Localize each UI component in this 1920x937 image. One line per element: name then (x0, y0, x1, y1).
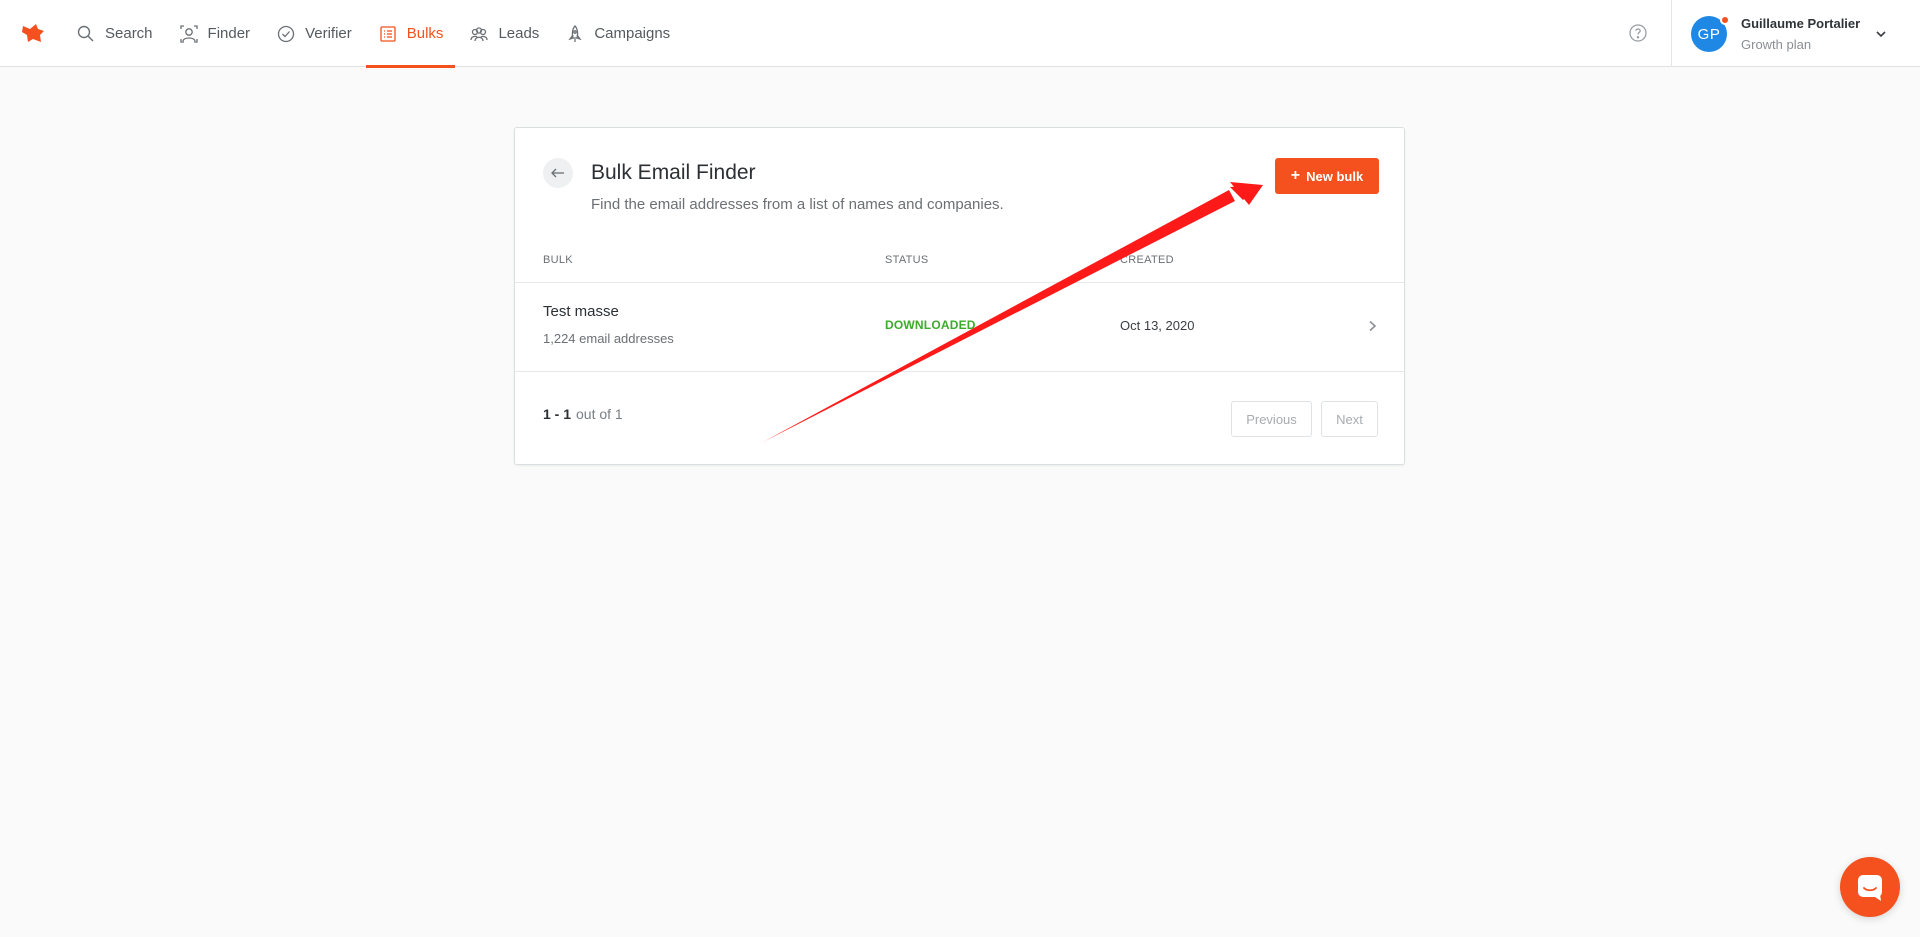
nav-item-label: Campaigns (594, 25, 671, 42)
top-navigation-bar: Search Finder Verifier Bulks Leads Campa… (0, 0, 1920, 68)
bulk-email-count: 1,224 email addresses (543, 331, 674, 346)
notification-dot (1720, 15, 1730, 25)
pagination-total: out of 1 (576, 406, 623, 422)
nav-item-leads[interactable]: Leads (457, 0, 551, 67)
leads-icon (470, 26, 489, 41)
column-header-created: CREATED (1120, 254, 1174, 266)
table-divider (515, 371, 1404, 372)
pagination-range: 1 - 1 (543, 406, 572, 422)
chevron-right-icon[interactable] (1365, 319, 1379, 333)
bulk-name[interactable]: Test masse (543, 303, 619, 320)
bulks-icon (380, 25, 396, 42)
new-bulk-button[interactable]: + New bulk (1275, 158, 1379, 194)
user-divider (1671, 0, 1672, 67)
back-button[interactable] (543, 158, 573, 188)
chat-launcher-button[interactable] (1840, 857, 1900, 917)
nav-item-label: Verifier (305, 25, 352, 42)
chat-icon (1858, 875, 1882, 901)
nav-item-finder[interactable]: Finder (167, 0, 263, 67)
nav-item-verifier[interactable]: Verifier (264, 0, 364, 67)
created-date: Oct 13, 2020 (1120, 318, 1195, 333)
chevron-down-icon[interactable] (1874, 27, 1888, 41)
new-bulk-label: New bulk (1306, 168, 1364, 184)
help-icon[interactable] (1628, 23, 1648, 43)
main-nav: Search Finder Verifier Bulks Leads Campa… (64, 0, 684, 68)
nav-item-label: Bulks (406, 25, 444, 42)
fox-logo-icon[interactable] (20, 20, 46, 46)
previous-button[interactable]: Previous (1231, 401, 1312, 437)
user-plan: Growth plan (1741, 37, 1812, 52)
nav-item-label: Search (105, 25, 153, 42)
page-subtitle: Find the email addresses from a list of … (591, 196, 1004, 213)
nav-item-search[interactable]: Search (64, 0, 165, 67)
finder-icon (179, 24, 198, 43)
user-name[interactable]: Guillaume Portalier (1741, 16, 1860, 31)
column-header-bulk: BULK (543, 254, 573, 266)
page-title: Bulk Email Finder (591, 161, 756, 184)
plus-icon: + (1290, 167, 1301, 184)
arrow-left-icon (551, 168, 564, 178)
rocket-icon (568, 24, 583, 42)
column-header-status: STATUS (885, 254, 929, 266)
nav-item-label: Leads (498, 25, 540, 42)
nav-item-label: Finder (207, 25, 251, 42)
verifier-icon (277, 25, 295, 42)
next-button[interactable]: Next (1321, 401, 1378, 437)
status-badge: DOWNLOADED (885, 318, 976, 332)
bulk-email-finder-card: Bulk Email Finder Find the email address… (514, 127, 1405, 465)
nav-item-bulks[interactable]: Bulks (365, 0, 456, 68)
search-icon (77, 25, 94, 41)
nav-item-campaigns[interactable]: Campaigns (553, 0, 682, 67)
